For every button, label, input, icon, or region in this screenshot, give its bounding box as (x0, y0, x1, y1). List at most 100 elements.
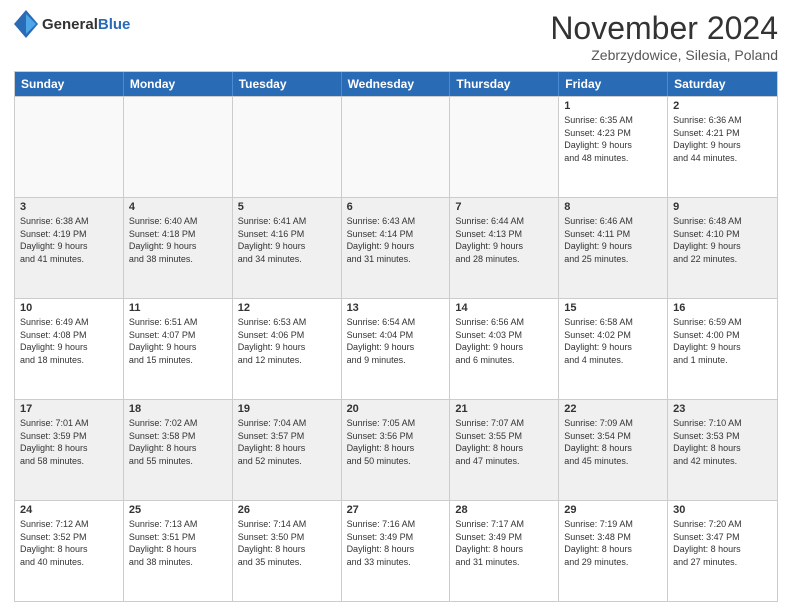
cal-header-thursday: Thursday (450, 72, 559, 96)
cal-cell-r0-c0 (15, 97, 124, 197)
cal-cell-r0-c3 (342, 97, 451, 197)
day-info: Sunrise: 7:05 AM Sunset: 3:56 PM Dayligh… (347, 417, 445, 467)
day-number: 1 (564, 100, 662, 112)
cal-header-friday: Friday (559, 72, 668, 96)
day-info: Sunrise: 7:20 AM Sunset: 3:47 PM Dayligh… (673, 518, 772, 568)
day-number: 4 (129, 201, 227, 213)
day-info: Sunrise: 7:10 AM Sunset: 3:53 PM Dayligh… (673, 417, 772, 467)
title-block: November 2024 Zebrzydowice, Silesia, Pol… (550, 10, 778, 63)
day-info: Sunrise: 7:14 AM Sunset: 3:50 PM Dayligh… (238, 518, 336, 568)
day-number: 9 (673, 201, 772, 213)
cal-cell-r0-c6: 2 Sunrise: 6:36 AM Sunset: 4:21 PM Daylig… (668, 97, 777, 197)
day-info: Sunrise: 6:59 AM Sunset: 4:00 PM Dayligh… (673, 316, 772, 366)
cal-cell-r3-c0: 17 Sunrise: 7:01 AM Sunset: 3:59 PM Dayli… (15, 400, 124, 500)
day-info: Sunrise: 7:04 AM Sunset: 3:57 PM Dayligh… (238, 417, 336, 467)
cal-cell-r2-c1: 11Sunrise: 6:51 AM Sunset: 4:07 PM Dayli… (124, 299, 233, 399)
cal-cell-r1-c4: 7 Sunrise: 6:44 AM Sunset: 4:13 PM Daylig… (450, 198, 559, 298)
day-info: Sunrise: 6:41 AM Sunset: 4:16 PM Dayligh… (238, 215, 336, 265)
logo-text: GeneralBlue (42, 16, 130, 33)
header: GeneralBlue November 2024 Zebrzydowice, … (14, 10, 778, 63)
day-number: 26 (238, 504, 336, 516)
cal-cell-r3-c4: 21Sunrise: 7:07 AM Sunset: 3:55 PM Dayli… (450, 400, 559, 500)
cal-row-2: 10Sunrise: 6:49 AM Sunset: 4:08 PM Dayli… (15, 298, 777, 399)
cal-cell-r4-c1: 25 Sunrise: 7:13 AM Sunset: 3:51 PM Dayli… (124, 501, 233, 601)
cal-cell-r0-c5: 1 Sunrise: 6:35 AM Sunset: 4:23 PM Daylig… (559, 97, 668, 197)
cal-row-1: 3Sunrise: 6:38 AM Sunset: 4:19 PM Daylig… (15, 197, 777, 298)
cal-cell-r2-c2: 12 Sunrise: 6:53 AM Sunset: 4:06 PM Dayli… (233, 299, 342, 399)
logo-icon (14, 10, 38, 38)
location: Zebrzydowice, Silesia, Poland (550, 47, 778, 63)
logo-general: General (42, 16, 98, 33)
day-info: Sunrise: 6:35 AM Sunset: 4:23 PM Dayligh… (564, 114, 662, 164)
day-info: Sunrise: 7:07 AM Sunset: 3:55 PM Dayligh… (455, 417, 553, 467)
cal-row-3: 17 Sunrise: 7:01 AM Sunset: 3:59 PM Dayli… (15, 399, 777, 500)
day-number: 28 (455, 504, 553, 516)
cal-header-wednesday: Wednesday (342, 72, 451, 96)
cal-cell-r0-c1 (124, 97, 233, 197)
calendar-header-row: SundayMondayTuesdayWednesdayThursdayFrid… (15, 72, 777, 96)
day-info: Sunrise: 6:53 AM Sunset: 4:06 PM Dayligh… (238, 316, 336, 366)
logo-blue: Blue (98, 16, 131, 33)
cal-header-sunday: Sunday (15, 72, 124, 96)
day-number: 18 (129, 403, 227, 415)
day-number: 3 (20, 201, 118, 213)
cal-cell-r3-c6: 23Sunrise: 7:10 AM Sunset: 3:53 PM Dayli… (668, 400, 777, 500)
cal-cell-r1-c2: 5Sunrise: 6:41 AM Sunset: 4:16 PM Daylig… (233, 198, 342, 298)
day-number: 12 (238, 302, 336, 314)
cal-cell-r2-c5: 15Sunrise: 6:58 AM Sunset: 4:02 PM Dayli… (559, 299, 668, 399)
cal-cell-r0-c2 (233, 97, 342, 197)
day-number: 25 (129, 504, 227, 516)
cal-cell-r2-c4: 14 Sunrise: 6:56 AM Sunset: 4:03 PM Dayli… (450, 299, 559, 399)
day-number: 22 (564, 403, 662, 415)
day-number: 14 (455, 302, 553, 314)
day-number: 30 (673, 504, 772, 516)
day-info: Sunrise: 6:49 AM Sunset: 4:08 PM Dayligh… (20, 316, 118, 366)
day-info: Sunrise: 7:19 AM Sunset: 3:48 PM Dayligh… (564, 518, 662, 568)
day-number: 19 (238, 403, 336, 415)
day-info: Sunrise: 7:13 AM Sunset: 3:51 PM Dayligh… (129, 518, 227, 568)
day-number: 27 (347, 504, 445, 516)
cal-cell-r3-c3: 20 Sunrise: 7:05 AM Sunset: 3:56 PM Dayli… (342, 400, 451, 500)
cal-header-tuesday: Tuesday (233, 72, 342, 96)
day-info: Sunrise: 7:01 AM Sunset: 3:59 PM Dayligh… (20, 417, 118, 467)
day-info: Sunrise: 6:43 AM Sunset: 4:14 PM Dayligh… (347, 215, 445, 265)
day-number: 6 (347, 201, 445, 213)
cal-cell-r2-c0: 10Sunrise: 6:49 AM Sunset: 4:08 PM Dayli… (15, 299, 124, 399)
cal-cell-r0-c4 (450, 97, 559, 197)
calendar: SundayMondayTuesdayWednesdayThursdayFrid… (14, 71, 778, 602)
cal-cell-r4-c3: 27 Sunrise: 7:16 AM Sunset: 3:49 PM Dayli… (342, 501, 451, 601)
cal-cell-r1-c5: 8 Sunrise: 6:46 AM Sunset: 4:11 PM Daylig… (559, 198, 668, 298)
day-info: Sunrise: 7:02 AM Sunset: 3:58 PM Dayligh… (129, 417, 227, 467)
day-info: Sunrise: 6:44 AM Sunset: 4:13 PM Dayligh… (455, 215, 553, 265)
day-number: 16 (673, 302, 772, 314)
cal-cell-r4-c4: 28Sunrise: 7:17 AM Sunset: 3:49 PM Dayli… (450, 501, 559, 601)
day-number: 7 (455, 201, 553, 213)
cal-row-0: 1 Sunrise: 6:35 AM Sunset: 4:23 PM Daylig… (15, 96, 777, 197)
cal-cell-r1-c3: 6 Sunrise: 6:43 AM Sunset: 4:14 PM Daylig… (342, 198, 451, 298)
cal-cell-r2-c6: 16 Sunrise: 6:59 AM Sunset: 4:00 PM Dayli… (668, 299, 777, 399)
cal-header-monday: Monday (124, 72, 233, 96)
cal-cell-r1-c0: 3Sunrise: 6:38 AM Sunset: 4:19 PM Daylig… (15, 198, 124, 298)
day-info: Sunrise: 6:36 AM Sunset: 4:21 PM Dayligh… (673, 114, 772, 164)
day-info: Sunrise: 6:51 AM Sunset: 4:07 PM Dayligh… (129, 316, 227, 366)
day-number: 2 (673, 100, 772, 112)
day-info: Sunrise: 6:46 AM Sunset: 4:11 PM Dayligh… (564, 215, 662, 265)
day-info: Sunrise: 6:56 AM Sunset: 4:03 PM Dayligh… (455, 316, 553, 366)
day-info: Sunrise: 7:16 AM Sunset: 3:49 PM Dayligh… (347, 518, 445, 568)
day-info: Sunrise: 6:54 AM Sunset: 4:04 PM Dayligh… (347, 316, 445, 366)
cal-row-4: 24Sunrise: 7:12 AM Sunset: 3:52 PM Dayli… (15, 500, 777, 601)
cal-cell-r4-c6: 30 Sunrise: 7:20 AM Sunset: 3:47 PM Dayli… (668, 501, 777, 601)
day-number: 8 (564, 201, 662, 213)
cal-cell-r2-c3: 13 Sunrise: 6:54 AM Sunset: 4:04 PM Dayli… (342, 299, 451, 399)
day-info: Sunrise: 7:12 AM Sunset: 3:52 PM Dayligh… (20, 518, 118, 568)
cal-cell-r1-c1: 4 Sunrise: 6:40 AM Sunset: 4:18 PM Daylig… (124, 198, 233, 298)
day-info: Sunrise: 6:58 AM Sunset: 4:02 PM Dayligh… (564, 316, 662, 366)
day-number: 13 (347, 302, 445, 314)
day-info: Sunrise: 6:40 AM Sunset: 4:18 PM Dayligh… (129, 215, 227, 265)
day-number: 20 (347, 403, 445, 415)
day-number: 17 (20, 403, 118, 415)
day-number: 29 (564, 504, 662, 516)
day-info: Sunrise: 7:09 AM Sunset: 3:54 PM Dayligh… (564, 417, 662, 467)
page: GeneralBlue November 2024 Zebrzydowice, … (0, 0, 792, 612)
cal-cell-r1-c6: 9Sunrise: 6:48 AM Sunset: 4:10 PM Daylig… (668, 198, 777, 298)
